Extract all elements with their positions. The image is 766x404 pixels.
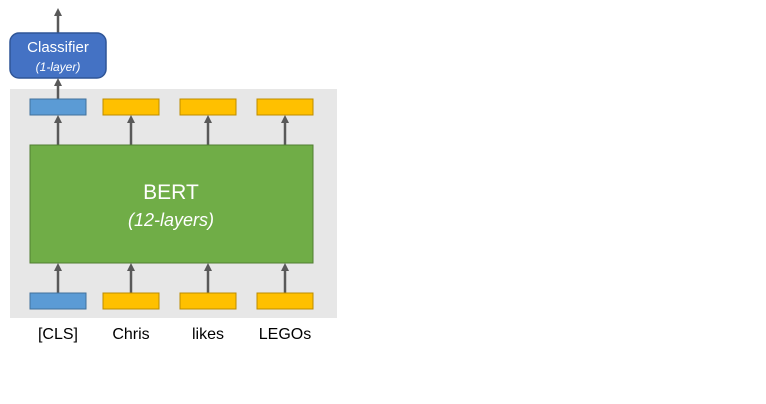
- classifier-title: Classifier: [27, 39, 89, 56]
- input-token-chris: [102, 292, 160, 310]
- classifier-subtitle: (1-layer): [36, 60, 81, 74]
- token-label-cls: [CLS]: [38, 326, 78, 343]
- bert-classification-diagram: Classifier (1-layer) BERT (12-layers) [C…: [9, 8, 337, 343]
- input-token-likes: [179, 292, 237, 310]
- output-token-cls: [29, 98, 87, 116]
- output-token-chris: [102, 98, 160, 116]
- output-token-likes: [179, 98, 237, 116]
- bert-title: BERT: [143, 181, 199, 204]
- token-label-chris: Chris: [112, 326, 149, 343]
- token-label-legos: LEGOs: [259, 326, 311, 343]
- input-token-cls: [29, 292, 87, 310]
- input-token-legos: [256, 292, 314, 310]
- token-label-likes: likes: [192, 326, 224, 343]
- bert-subtitle: (12-layers): [128, 210, 214, 230]
- classifier-box: Classifier (1-layer): [9, 32, 107, 79]
- bert-block: BERT (12-layers): [29, 144, 314, 264]
- output-token-legos: [256, 98, 314, 116]
